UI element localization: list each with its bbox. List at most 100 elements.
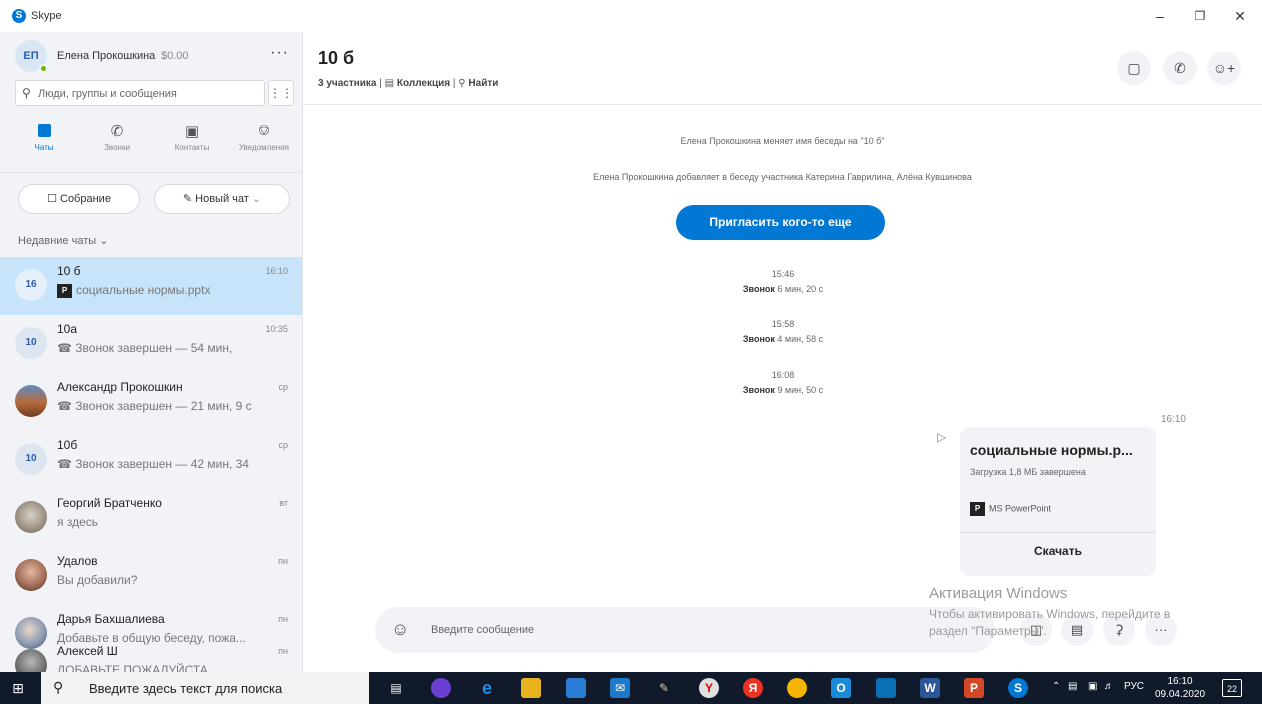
add-people-button[interactable]: ☺+ bbox=[1207, 51, 1241, 85]
file-name[interactable]: социальные нормы.р... bbox=[970, 442, 1133, 458]
network-icon[interactable]: ▤ bbox=[1068, 681, 1077, 692]
upload-status: Загрузка 1,8 МБ завершена bbox=[970, 467, 1086, 477]
display-icon[interactable]: ▣ bbox=[1088, 681, 1097, 692]
skype-icon[interactable]: S bbox=[1008, 678, 1028, 698]
invite-button[interactable]: Пригласить кого-то еще bbox=[676, 205, 885, 240]
chat-preview-text: ДОБАВЬТЕ ПОЖАЛУЙСТА bbox=[57, 663, 208, 672]
chat-preview: Pсоциальные нормы.pptx bbox=[57, 283, 289, 298]
profile-name[interactable]: Елена Прокошкина bbox=[57, 50, 155, 62]
mail-icon[interactable]: ✉ bbox=[610, 678, 630, 698]
file-message-card[interactable]: социальные нормы.р... Загрузка 1,8 МБ за… bbox=[960, 427, 1156, 576]
chat-icon bbox=[14, 122, 74, 140]
task-view-icon[interactable]: ▤ bbox=[386, 678, 406, 698]
watermark-title: Активация Windows bbox=[929, 585, 1068, 602]
chat-time: пн bbox=[278, 646, 288, 656]
search-icon: ⚲ bbox=[22, 86, 31, 100]
video-call-button[interactable]: ▢ bbox=[1117, 51, 1151, 85]
chat-name: Георгий Братченко bbox=[57, 496, 162, 510]
alice-icon[interactable] bbox=[431, 678, 451, 698]
profile-header[interactable]: ЕП Елена Прокошкина $0.00 ··· bbox=[15, 40, 295, 73]
watermark-line: Чтобы активировать Windows, перейдите в bbox=[929, 607, 1171, 621]
chat-list-item[interactable]: Георгий Братченко вт я здесь bbox=[0, 489, 302, 547]
chat-preview-text: социальные нормы.pptx bbox=[76, 283, 211, 297]
powerpoint-icon[interactable]: P bbox=[964, 678, 984, 698]
chat-list-item[interactable]: Александр Прокошкин ср ☎ Звонок завершен… bbox=[0, 373, 302, 431]
notification-center-icon[interactable]: 22 bbox=[1222, 679, 1242, 697]
outlook-icon[interactable]: O bbox=[831, 678, 851, 698]
close-button[interactable]: ✕ bbox=[1222, 4, 1258, 28]
chat-list-item[interactable]: 10 10а 10:35 ☎ Звонок завершен — 54 мин, bbox=[0, 315, 302, 373]
call-duration: 6 мин, 20 с bbox=[777, 284, 824, 294]
chat-preview-text: Звонок завершен — 42 мин, 34 bbox=[75, 457, 249, 471]
tab-contacts[interactable]: ▣ Контакты bbox=[162, 122, 222, 162]
profile-balance[interactable]: $0.00 bbox=[161, 50, 189, 62]
minimize-button[interactable]: – bbox=[1142, 4, 1178, 28]
chat-name: 10б bbox=[57, 438, 78, 452]
more-options-button[interactable]: ··· bbox=[270, 44, 289, 62]
tab-chats[interactable]: Чаты bbox=[14, 122, 74, 162]
chat-time: пн bbox=[278, 556, 288, 566]
chat-preview-text: я здесь bbox=[57, 515, 98, 529]
yandex-browser-icon[interactable]: Y bbox=[699, 678, 719, 698]
call-ended-icon: ☎ bbox=[57, 457, 72, 471]
taskbar-search-input[interactable]: ⚲ Введите здесь текст для поиска bbox=[41, 672, 369, 704]
chat-list-item[interactable]: 16 10 б 16:10 Pсоциальные нормы.pptx bbox=[0, 257, 302, 315]
contacts-icon: ▣ bbox=[184, 123, 200, 140]
chat-list-item[interactable]: Алексей Ш пн ДОБАВЬТЕ ПОЖАЛУЙСТА bbox=[0, 637, 302, 672]
new-chat-button[interactable]: ✎ Новый чат ⌄ bbox=[154, 184, 290, 214]
call-label: Звонок bbox=[742, 284, 775, 294]
store-icon[interactable] bbox=[566, 678, 586, 698]
taskbar-clock[interactable]: 16:10 09.04.2020 bbox=[1154, 675, 1206, 701]
download-button[interactable]: Скачать bbox=[960, 544, 1156, 558]
emoji-icon[interactable]: ☺ bbox=[391, 619, 409, 640]
call-event: 15:58 Звонок 4 мин, 58 с bbox=[683, 319, 883, 344]
header-divider bbox=[303, 104, 1262, 105]
search-placeholder: Люди, группы и сообщения bbox=[38, 88, 177, 100]
chat-name: Александр Прокошкин bbox=[57, 380, 183, 394]
edge-icon[interactable]: e bbox=[477, 678, 497, 698]
conversation-pane: 10 б 3 участника | ▤ Коллекция | ⚲ Найти… bbox=[303, 32, 1262, 672]
participants-link[interactable]: 3 участника bbox=[318, 78, 376, 89]
video-camera-icon: ▢ bbox=[1127, 60, 1141, 76]
dialpad-button[interactable]: ⋮⋮ bbox=[268, 80, 294, 106]
tray-chevron-icon[interactable]: ⌃ bbox=[1052, 681, 1060, 692]
maximize-button[interactable]: ❐ bbox=[1182, 4, 1218, 28]
chevron-down-icon: ⌄ bbox=[251, 193, 262, 205]
avatar: 16 bbox=[15, 269, 47, 301]
windows-start-icon[interactable]: ⊞ bbox=[10, 680, 26, 696]
tab-notifications-label: Уведомления bbox=[238, 143, 290, 152]
recent-chats-label: Недавние чаты bbox=[18, 235, 97, 247]
meeting-button[interactable]: ☐ Собрание bbox=[18, 184, 140, 214]
chrome-icon[interactable] bbox=[787, 678, 807, 698]
yandex-icon[interactable]: Я bbox=[743, 678, 763, 698]
message-input[interactable]: ☺ Введите сообщение bbox=[375, 607, 995, 653]
volume-icon[interactable]: ♬ bbox=[1104, 681, 1114, 692]
recent-chats-header[interactable]: Недавние чаты ⌄ bbox=[18, 234, 108, 247]
avatar: 10 bbox=[15, 327, 47, 359]
avatar bbox=[15, 649, 47, 672]
conversation-title[interactable]: 10 б bbox=[318, 48, 354, 69]
paint-icon[interactable]: ✎ bbox=[654, 678, 674, 698]
file-explorer-icon[interactable] bbox=[521, 678, 541, 698]
search-input[interactable]: ⚲ Люди, группы и сообщения bbox=[15, 80, 265, 106]
tab-calls[interactable]: ✆ Звонки bbox=[87, 122, 147, 162]
find-link[interactable]: Найти bbox=[468, 78, 498, 89]
skype-window: S Skype – ❐ ✕ ЕП Елена Прокошкина $0.00 … bbox=[0, 0, 1262, 704]
audio-call-button[interactable]: ✆ bbox=[1163, 51, 1197, 85]
chat-list-item[interactable]: Удалов пн Вы добавили? bbox=[0, 547, 302, 605]
ppt-icon: P bbox=[57, 283, 72, 298]
chat-time: 10:35 bbox=[265, 324, 288, 334]
ppt-icon: P bbox=[970, 502, 985, 516]
tab-notifications[interactable]: ⎊ Уведомления bbox=[234, 122, 294, 162]
language-indicator[interactable]: РУС bbox=[1124, 681, 1144, 692]
chat-time: 16:10 bbox=[265, 266, 288, 276]
windows-taskbar: ⊞ ⚲ Введите здесь текст для поиска ▤ e ✉… bbox=[0, 672, 1262, 704]
tab-calls-label: Звонки bbox=[104, 143, 130, 152]
title-bar: S Skype – ❐ ✕ bbox=[0, 0, 1262, 32]
conversation-subtitle: 3 участника | ▤ Коллекция | ⚲ Найти bbox=[318, 78, 498, 89]
collection-link[interactable]: Коллекция bbox=[397, 78, 450, 89]
photos-icon[interactable] bbox=[876, 678, 896, 698]
chat-list-item[interactable]: 10 10б ср ☎ Звонок завершен — 42 мин, 34 bbox=[0, 431, 302, 489]
chat-name: Алексей Ш bbox=[57, 644, 118, 658]
word-icon[interactable]: W bbox=[920, 678, 940, 698]
